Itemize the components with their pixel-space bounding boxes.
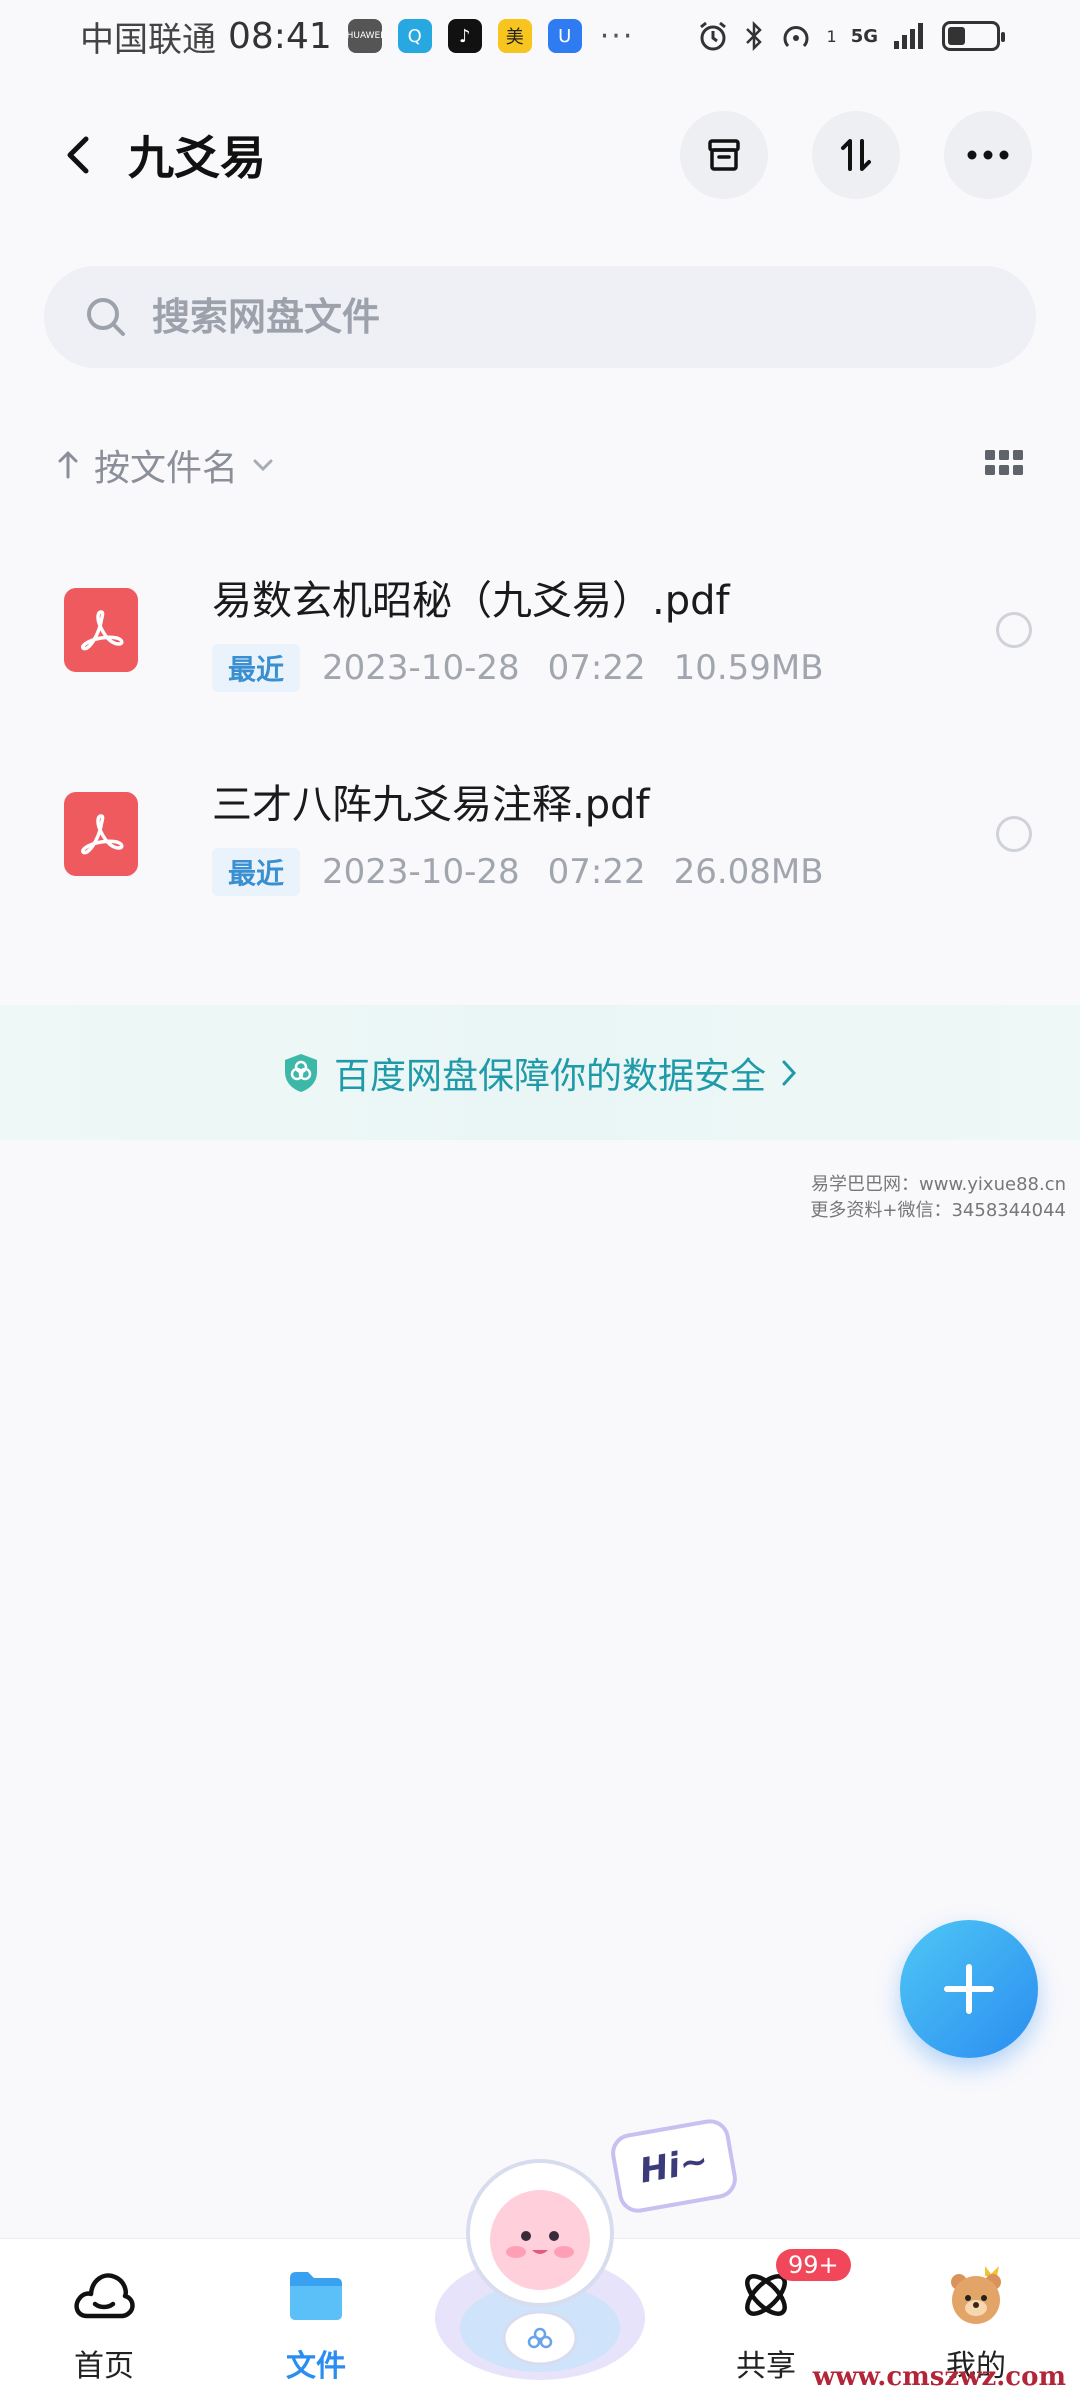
file-time: 07:22 xyxy=(547,648,646,688)
sim-indicator: 1 xyxy=(826,26,837,46)
status-left: 中国联通 08:41 HUAWEI Q ♪ 美 U ··· xyxy=(80,12,634,61)
back-button[interactable] xyxy=(48,125,108,185)
header-actions xyxy=(680,111,1032,199)
search-app-icon: Q xyxy=(397,19,432,53)
watermark-line: 更多资料+微信：3458344044 xyxy=(810,1200,1066,1221)
archive-icon xyxy=(708,139,740,171)
chevron-left-icon xyxy=(67,136,89,174)
sort-bar: 按文件名 xyxy=(56,430,1024,500)
bear-avatar-icon xyxy=(951,2266,1001,2324)
file-name: 三才八阵九爻易注释.pdf xyxy=(212,782,650,828)
recent-tag: 最近 xyxy=(212,848,301,896)
plus-icon xyxy=(944,1964,994,2014)
watermark: 易学巴巴网：www.yixue88.cn 更多资料+微信：3458344044 xyxy=(810,1172,1066,1224)
file-row[interactable]: 三才八阵九爻易注释.pdf 最近 2023-10-28 07:22 26.08M… xyxy=(0,732,1080,936)
meituan-icon: 美 xyxy=(497,19,532,53)
search-bar[interactable] xyxy=(44,266,1036,368)
network-type: 5G xyxy=(850,25,878,47)
search-icon xyxy=(87,298,125,336)
file-row[interactable]: 易数玄机昭秘（九爻易）.pdf 最近 2023-10-28 07:22 10.5… xyxy=(0,528,1080,732)
security-banner[interactable]: 百度网盘保障你的数据安全 xyxy=(0,1005,1080,1140)
nav-item-home[interactable]: 首页 xyxy=(24,2259,184,2385)
select-radio[interactable] xyxy=(996,612,1032,648)
bluetooth-icon xyxy=(745,20,762,52)
recent-tag: 最近 xyxy=(212,644,301,692)
more-options-button[interactable] xyxy=(944,111,1032,199)
file-date: 2023-10-28 xyxy=(322,648,520,688)
arrow-up-icon xyxy=(58,451,78,479)
signal-icon xyxy=(894,23,923,49)
transfer-button[interactable] xyxy=(812,111,900,199)
alarm-icon xyxy=(699,21,726,51)
pdf-file-icon xyxy=(64,792,138,876)
sort-label: 按文件名 xyxy=(94,448,239,489)
more-horizontal-icon xyxy=(967,150,1009,160)
tiktok-icon: ♪ xyxy=(447,19,482,53)
file-time: 07:22 xyxy=(547,852,646,892)
security-text: 百度网盘保障你的数据安全 xyxy=(333,1055,766,1097)
search-input[interactable] xyxy=(152,295,952,339)
status-right: 1 5G xyxy=(697,20,1005,52)
file-list: 易数玄机昭秘（九爻易）.pdf 最近 2023-10-28 07:22 10.5… xyxy=(0,528,1080,936)
folder-icon xyxy=(290,2272,342,2320)
chevron-down-icon xyxy=(253,459,273,472)
sort-by-name-button[interactable]: 按文件名 xyxy=(56,439,274,491)
header: 九爻易 xyxy=(0,100,1080,210)
hotspot-icon xyxy=(783,26,808,48)
pdf-file-icon xyxy=(64,588,138,672)
file-info: 易数玄机昭秘（九爻易）.pdf 最近 2023-10-28 07:22 10.5… xyxy=(212,568,996,692)
file-size: 26.08MB xyxy=(673,852,824,892)
file-meta: 最近 2023-10-28 07:22 10.59MB xyxy=(212,644,996,692)
add-button[interactable] xyxy=(900,1920,1038,2058)
file-size: 10.59MB xyxy=(673,648,824,688)
cloud-home-icon xyxy=(74,2273,135,2319)
file-info: 三才八阵九爻易注释.pdf 最近 2023-10-28 07:22 26.08M… xyxy=(212,772,996,896)
status-bar: 中国联通 08:41 HUAWEI Q ♪ 美 U ··· 1 5G xyxy=(0,0,1080,72)
shield-app-icon: U xyxy=(547,19,582,53)
nav-label: 首页 xyxy=(74,2349,134,2384)
grid-view-icon xyxy=(985,450,1023,475)
notification-badge: 99+ xyxy=(776,2249,851,2281)
chevron-right-icon xyxy=(782,1060,797,1085)
huawei-store-icon: HUAWEI xyxy=(347,19,383,53)
more-notifications-icon: ··· xyxy=(599,18,635,54)
file-date: 2023-10-28 xyxy=(322,852,520,892)
grid-view-button[interactable] xyxy=(984,449,1024,481)
site-watermark: www.cmszwz.com xyxy=(812,2362,1066,2392)
nav-item-files[interactable]: 文件 xyxy=(236,2259,396,2385)
file-name: 易数玄机昭秘（九爻易）.pdf xyxy=(212,578,730,624)
shield-icon xyxy=(284,1053,317,1092)
file-meta: 最近 2023-10-28 07:22 26.08MB xyxy=(212,848,996,896)
select-radio[interactable] xyxy=(996,816,1032,852)
clock: 08:41 xyxy=(228,15,332,57)
battery-icon xyxy=(942,21,1005,51)
watermark-line: 易学巴巴网：www.yixue88.cn xyxy=(811,1174,1066,1195)
page-title: 九爻易 xyxy=(128,131,266,185)
up-down-arrows-icon xyxy=(841,139,871,171)
carrier-name: 中国联通 xyxy=(80,19,216,60)
nav-label: 文件 xyxy=(286,2349,346,2384)
archive-button[interactable] xyxy=(680,111,768,199)
